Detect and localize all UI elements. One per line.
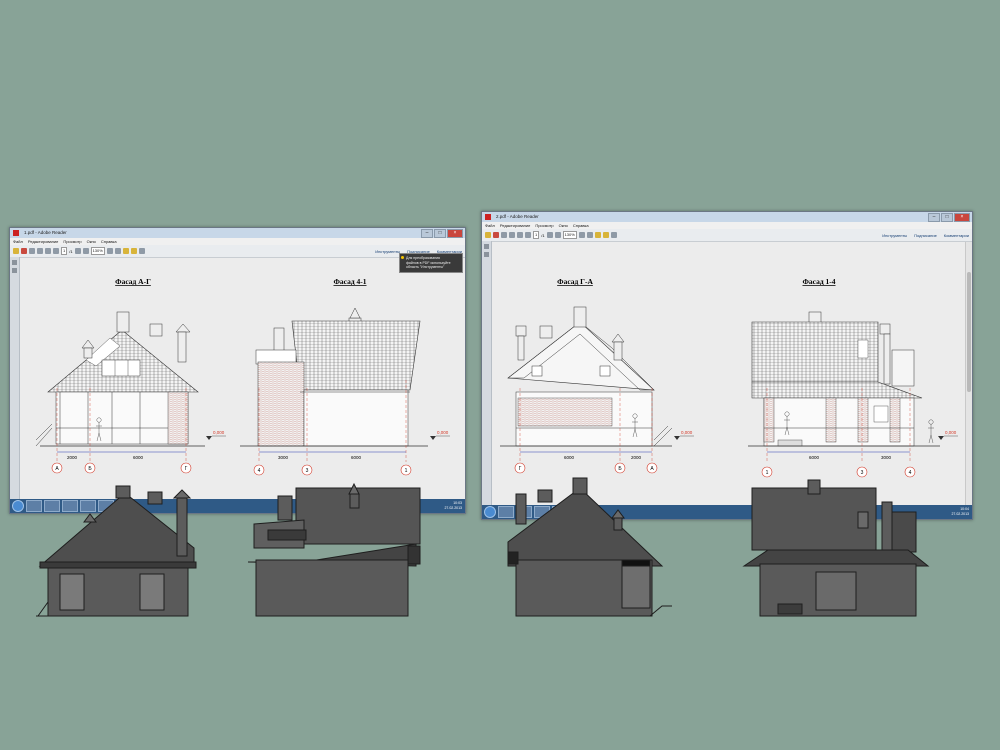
- fasad-4-1-dim-2: 6000: [351, 455, 362, 460]
- fasad-4-1-title: Фасад 4-1: [333, 277, 366, 286]
- fasad-a-g: Фасад А-Г 2000 6000 А Б Г 0,000: [35, 277, 226, 474]
- fasad-1-4-dim-2: 3000: [881, 455, 892, 460]
- fasad-1-4-title: Фасад 1-4: [802, 277, 835, 286]
- fasad-1-4-axis-3: 4: [909, 470, 912, 476]
- fasad-a-g-title: Фасад А-Г: [115, 277, 151, 286]
- fasad-1-4-level: 0,000: [945, 430, 957, 435]
- fasad-g-a-dim-1: 6000: [564, 455, 575, 460]
- fasad-4-1-axis-2: 3: [306, 468, 309, 474]
- elevation-drawings: Фасад А-Г 2000 6000 А Б Г 0,000 Фасад 4-…: [35, 277, 958, 617]
- fasad-g-a-level: 0,000: [681, 430, 693, 435]
- fasad-1-4: Фасад 1-4 6000 3000 1 3 4 0,000: [748, 277, 958, 478]
- fasad-4-1-axis-3: 1: [405, 468, 408, 474]
- model-1-4: [742, 479, 930, 617]
- fasad-g-a-axis-1: Г: [519, 466, 522, 472]
- fasad-g-a-dim-2: 2000: [631, 455, 642, 460]
- fasad-4-1-level: 0,000: [437, 430, 449, 435]
- fasad-1-4-dim-1: 6000: [809, 455, 820, 460]
- fasad-a-g-dim-1: 2000: [67, 455, 78, 460]
- fasad-g-a: Фасад Г-А 6000 2000 Г Б А 0,000: [500, 277, 694, 474]
- fasad-1-4-axis-1: 1: [766, 470, 769, 476]
- fasad-4-1-axis-1: 4: [258, 468, 261, 474]
- model-a-g: [36, 485, 197, 617]
- fasad-a-g-axis-3: Г: [185, 466, 188, 472]
- fasad-4-1: Фасад 4-1 3000 6000 4 3 1 0,000: [240, 277, 450, 476]
- fasad-4-1-dim-1: 3000: [278, 455, 289, 460]
- fasad-1-4-axis-2: 3: [861, 470, 864, 476]
- model-4-1: [247, 482, 421, 617]
- fasad-g-a-title: Фасад Г-А: [557, 277, 593, 286]
- fasad-a-g-dim-2: 6000: [133, 455, 144, 460]
- model-g-a: [507, 477, 672, 617]
- fasad-a-g-level: 0,000: [213, 430, 225, 435]
